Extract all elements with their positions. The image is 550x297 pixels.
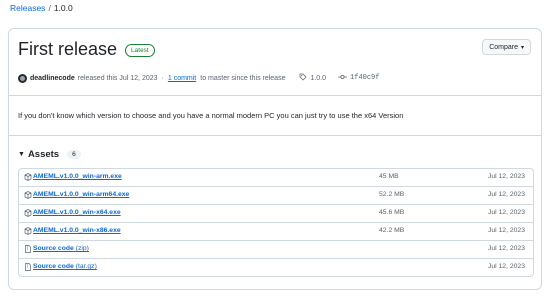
divider bbox=[9, 135, 541, 136]
avatar[interactable] bbox=[18, 73, 27, 83]
list-item: AMEML.v1.0.0_win-x86.exe 42.2 MB Jul 12,… bbox=[19, 222, 533, 240]
breadcrumb: Releases/1.0.0 bbox=[10, 3, 73, 13]
assets-list: AMEML.v1.0.0_win-arm.exe 45 MB Jul 12, 2… bbox=[18, 168, 534, 277]
git-commit-icon bbox=[338, 73, 348, 83]
asset-size: 45 MB bbox=[379, 173, 399, 180]
file-zip-icon bbox=[24, 263, 32, 273]
assets-heading: Assets bbox=[27, 149, 60, 160]
asset-link[interactable]: AMEML.v1.0.0_win-x86.exe bbox=[33, 227, 121, 234]
triangle-down-icon: ▼ bbox=[18, 151, 25, 158]
chevron-down-icon: ▾ bbox=[520, 44, 524, 51]
asset-date: Jul 12, 2023 bbox=[487, 227, 525, 234]
commits-link[interactable]: 1 commit bbox=[168, 75, 196, 82]
breadcrumb-separator: / bbox=[48, 3, 51, 13]
breadcrumb-releases-link[interactable]: Releases bbox=[10, 3, 45, 13]
file-zip-icon bbox=[24, 245, 32, 255]
assets-count-badge: 6 bbox=[67, 150, 81, 159]
commit-text: to master since this release bbox=[200, 74, 286, 82]
list-item: AMEML.v1.0.0_win-arm64.exe 52.2 MB Jul 1… bbox=[19, 186, 533, 204]
asset-date: Jul 12, 2023 bbox=[487, 263, 525, 270]
asset-link[interactable]: AMEML.v1.0.0_win-arm64.exe bbox=[33, 191, 129, 198]
package-icon bbox=[24, 191, 32, 201]
tag-icon bbox=[299, 73, 307, 83]
latest-badge: Latest bbox=[125, 44, 155, 57]
breadcrumb-current: 1.0.0 bbox=[53, 3, 73, 13]
asset-date: Jul 12, 2023 bbox=[487, 209, 525, 216]
author-link[interactable]: deadlinecode bbox=[30, 75, 75, 82]
released-text: released this Jul 12, 2023 bbox=[77, 74, 158, 82]
asset-date: Jul 12, 2023 bbox=[487, 173, 525, 180]
assets-toggle[interactable]: ▼ Assets 6 bbox=[18, 149, 81, 160]
asset-size: 42.2 MB bbox=[379, 227, 405, 234]
compare-button[interactable]: Compare ▾ bbox=[482, 39, 531, 55]
release-description: If you don't know which version to choos… bbox=[18, 111, 404, 120]
list-item: Source code (tar.gz) Jul 12, 2023 bbox=[19, 258, 533, 276]
release-title[interactable]: First release bbox=[18, 39, 117, 60]
divider bbox=[9, 95, 541, 96]
package-icon bbox=[24, 173, 32, 183]
list-item: AMEML.v1.0.0_win-arm.exe 45 MB Jul 12, 2… bbox=[19, 169, 533, 186]
package-icon bbox=[24, 227, 32, 237]
commit-hash[interactable]: 1f40c9f bbox=[350, 74, 379, 82]
asset-date: Jul 12, 2023 bbox=[487, 191, 525, 198]
source-code-targz-link[interactable]: Source code (tar.gz) bbox=[33, 263, 97, 270]
asset-link[interactable]: AMEML.v1.0.0_win-x64.exe bbox=[33, 209, 121, 216]
tag-name[interactable]: 1.0.0 bbox=[310, 75, 326, 82]
asset-date: Jul 12, 2023 bbox=[487, 245, 525, 252]
release-meta: deadlinecode released this Jul 12, 2023 … bbox=[18, 73, 379, 83]
source-code-zip-link[interactable]: Source code (zip) bbox=[33, 245, 89, 252]
list-item: Source code (zip) Jul 12, 2023 bbox=[19, 240, 533, 258]
release-card: First release Latest Compare ▾ deadlinec… bbox=[8, 28, 542, 290]
list-item: AMEML.v1.0.0_win-x64.exe 45.6 MB Jul 12,… bbox=[19, 204, 533, 222]
commit-dash: · bbox=[161, 74, 164, 82]
asset-link[interactable]: AMEML.v1.0.0_win-arm.exe bbox=[33, 173, 122, 180]
asset-size: 52.2 MB bbox=[379, 191, 405, 198]
package-icon bbox=[24, 209, 32, 219]
compare-label: Compare bbox=[489, 43, 518, 51]
asset-size: 45.6 MB bbox=[379, 209, 405, 216]
